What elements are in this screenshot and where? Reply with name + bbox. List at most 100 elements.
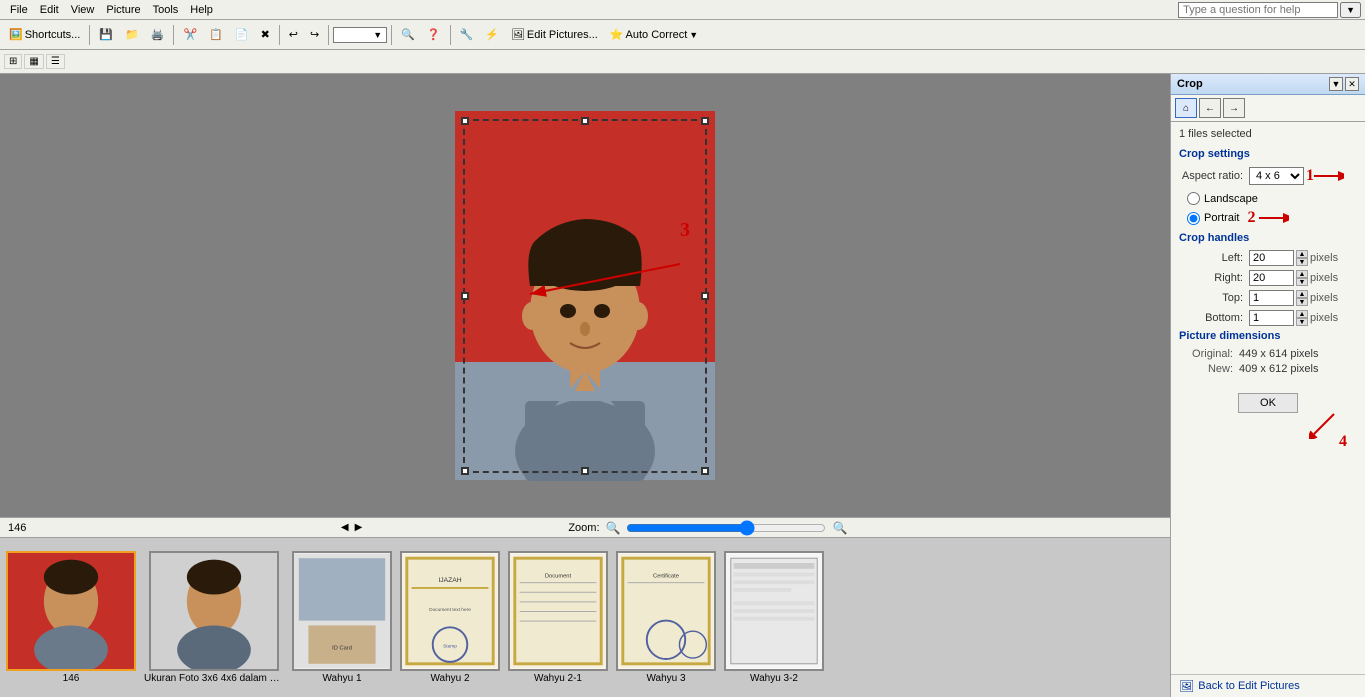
view-btn-2[interactable]: ▦ [24, 54, 43, 69]
svg-text:ID Card: ID Card [332, 645, 352, 651]
top-label: Top: [1179, 292, 1249, 304]
auto-icon: ⚡ [485, 28, 499, 41]
landscape-label: Landscape [1204, 193, 1258, 205]
menubar-picture[interactable]: Picture [100, 3, 146, 17]
photo-container [455, 111, 715, 481]
zoom-plus-btn[interactable]: 🔍 [832, 521, 847, 535]
top-up-btn[interactable]: ▲ [1296, 290, 1308, 298]
panel-dropdown-btn[interactable]: ▼ [1329, 77, 1343, 91]
right-value: 20 ▲ ▼ pixels [1249, 270, 1338, 286]
svg-text:Document text here: Document text here [429, 607, 471, 613]
view-btn-3[interactable]: ☰ [46, 54, 65, 69]
film-label-0: 146 [63, 673, 80, 684]
film-item-0[interactable]: 146 [6, 551, 136, 684]
right-input[interactable]: 20 [1249, 270, 1294, 286]
top-input[interactable]: 1 [1249, 290, 1294, 306]
panel-nav-forward[interactable]: → [1223, 98, 1245, 118]
print-button[interactable]: 🖨️ [146, 25, 170, 44]
auto-correct-icon: ⭐ [610, 28, 624, 41]
bottom-up-btn[interactable]: ▲ [1296, 310, 1308, 318]
redo-button[interactable]: ↪ [305, 25, 324, 44]
scroll-left-btn[interactable]: ◀ [341, 522, 349, 533]
panel-nav-back[interactable]: ← [1199, 98, 1221, 118]
film-label-6: Wahyu 3-2 [750, 673, 798, 684]
menubar-edit[interactable]: Edit [34, 3, 65, 17]
canvas-area: 3 [0, 74, 1170, 517]
thumb-2-svg: ID Card [294, 551, 390, 671]
left-down-btn[interactable]: ▼ [1296, 258, 1308, 266]
toolbar-separator-2 [173, 25, 174, 45]
right-label: Right: [1179, 272, 1249, 284]
film-item-1[interactable]: Ukuran Foto 3x6 4x6 dalam pixel [144, 551, 284, 684]
ok-button[interactable]: OK [1238, 393, 1298, 413]
bottom-input[interactable]: 1 [1249, 310, 1294, 326]
bottom-field-row: Bottom: 1 ▲ ▼ pixels [1179, 310, 1357, 326]
scroll-right-btn[interactable]: ▶ [355, 522, 363, 533]
auto-correct-label: Auto Correct [626, 29, 688, 41]
zoom-in-button[interactable]: ❓ [422, 25, 446, 44]
right-up-btn[interactable]: ▲ [1296, 270, 1308, 278]
fix-button[interactable]: 🔧 [455, 25, 479, 44]
film-item-4[interactable]: Document Wahyu 2-1 [508, 551, 608, 684]
landscape-radio[interactable] [1187, 192, 1200, 205]
menubar-help[interactable]: Help [184, 3, 219, 17]
bottom-down-btn[interactable]: ▼ [1296, 318, 1308, 326]
save-button[interactable]: 💾 [94, 25, 118, 44]
zoom-input[interactable]: 61% [338, 29, 373, 41]
shortcuts-button[interactable]: 🖼️ Shortcuts... [4, 25, 85, 44]
left-value: 20 ▲ ▼ pixels [1249, 250, 1338, 266]
panel-nav: ⌂ ← → [1171, 95, 1365, 122]
copy-button[interactable]: 📋 [204, 25, 228, 44]
left-up-btn[interactable]: ▲ [1296, 250, 1308, 258]
menubar-file[interactable]: File [4, 3, 34, 17]
paste-button[interactable]: 📄 [230, 25, 254, 44]
annotation-4-number: 4 [1339, 433, 1347, 451]
right-down-btn[interactable]: ▼ [1296, 278, 1308, 286]
film-item-3[interactable]: IJAZAH Document text here Stamp Wahyu 2 [400, 551, 500, 684]
undo-button[interactable]: ↩ [284, 25, 303, 44]
auto-correct-dropdown[interactable]: ▼ [689, 30, 698, 40]
zoom-dropdown-icon[interactable]: ▼ [373, 30, 382, 40]
annotation-1-arrow [1314, 166, 1344, 186]
delete-button[interactable]: ✖ [256, 25, 275, 44]
undo-icon: ↩ [289, 28, 298, 41]
back-icon: 🖼 [1179, 679, 1194, 693]
menubar: File Edit View Picture Tools Help ▼ [0, 0, 1365, 20]
help-search[interactable] [1178, 2, 1338, 18]
view-btn-1[interactable]: ⊞ [4, 54, 22, 69]
svg-text:Stamp: Stamp [443, 643, 457, 649]
zoom-minus-btn[interactable]: 🔍 [606, 521, 621, 535]
filmstrip: 146 Ukuran Foto 3x6 4x6 dalam pixel [0, 537, 1170, 697]
aspect-ratio-select[interactable]: 4 x 6 [1249, 167, 1304, 185]
zoom-box: 61% ▼ [333, 27, 387, 43]
zoom-slider[interactable] [626, 520, 826, 536]
toolbar-separator-6 [450, 25, 451, 45]
film-item-5[interactable]: Certificate Wahyu 3 [616, 551, 716, 684]
help-search-btn[interactable]: ▼ [1340, 2, 1361, 18]
annotation-1-number: 1 [1306, 167, 1314, 185]
zoom-out-button[interactable]: 🔍 [396, 25, 420, 44]
film-item-6[interactable]: Wahyu 3-2 [724, 551, 824, 684]
toolbar-separator-5 [391, 25, 392, 45]
save-icon: 💾 [99, 28, 113, 41]
auto-icon-btn[interactable]: ⚡ [480, 25, 504, 44]
edit-pictures-button[interactable]: 🖼 Edit Pictures... [506, 25, 603, 44]
portrait-label: Portrait [1204, 212, 1239, 224]
panel-title: Crop [1177, 78, 1203, 90]
left-input[interactable]: 20 [1249, 250, 1294, 266]
menubar-view[interactable]: View [65, 3, 101, 17]
panel-title-buttons: ▼ ✕ [1329, 77, 1359, 91]
cut-button[interactable]: ✂️ [178, 25, 202, 44]
portrait-row: Portrait 2 [1179, 208, 1357, 228]
open-button[interactable]: 📁 [120, 25, 144, 44]
auto-correct-button[interactable]: ⭐ Auto Correct ▼ [605, 25, 703, 44]
shortcuts-icon: 🖼️ [9, 28, 23, 41]
back-link[interactable]: 🖼 Back to Edit Pictures [1171, 674, 1365, 697]
panel-nav-home[interactable]: ⌂ [1175, 98, 1197, 118]
panel-close-btn[interactable]: ✕ [1345, 77, 1359, 91]
menubar-tools[interactable]: Tools [147, 3, 185, 17]
top-down-btn[interactable]: ▼ [1296, 298, 1308, 306]
film-item-2[interactable]: ID Card Wahyu 1 [292, 551, 392, 684]
thumb-1-svg [151, 551, 277, 671]
portrait-radio[interactable] [1187, 212, 1200, 225]
